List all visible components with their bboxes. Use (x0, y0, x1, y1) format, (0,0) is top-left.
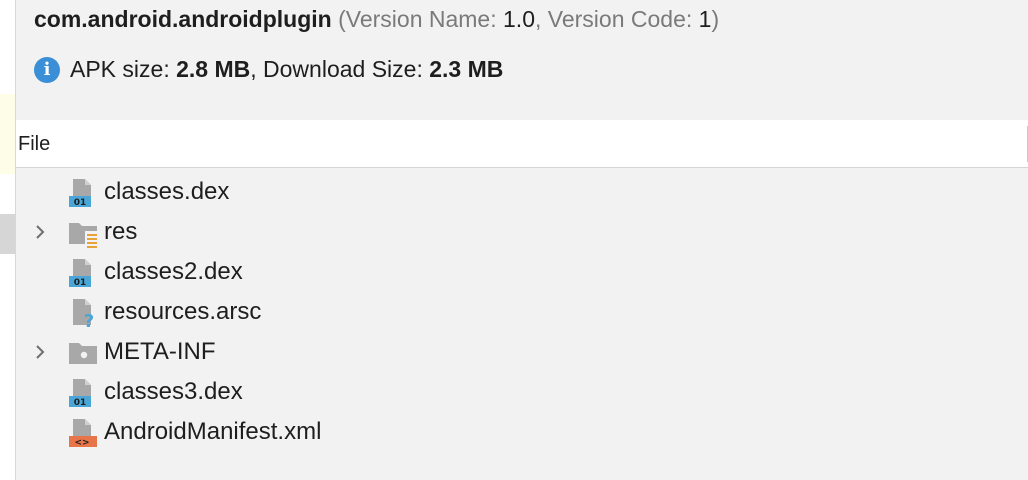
gutter-selection (0, 214, 15, 254)
tree-item-label: resources.arsc (104, 298, 262, 325)
tree-row[interactable]: 01 classes.dex (16, 172, 1028, 212)
expand-chevron-icon[interactable] (32, 344, 48, 360)
svg-text:?: ? (84, 311, 94, 329)
apk-header: com.android.androidplugin (Version Name:… (34, 6, 719, 33)
download-size-value: 2.3 MB (429, 56, 504, 82)
version-name: 1.0 (503, 6, 535, 32)
dex-file-icon: 01 (67, 257, 99, 289)
tree-row[interactable]: META-INF (16, 332, 1028, 372)
download-size-label: , Download Size: (250, 56, 423, 82)
apk-size-value: 2.8 MB (176, 56, 251, 82)
tree-row[interactable]: 01 classes3.dex (16, 372, 1028, 412)
svg-text:01: 01 (74, 398, 87, 408)
gutter-highlight (0, 94, 15, 174)
left-gutter (0, 0, 16, 480)
tree-row[interactable]: 01 classes2.dex (16, 252, 1028, 292)
folder-icon (67, 337, 99, 369)
xml-file-icon: <> (67, 417, 99, 449)
version-info: (Version Name: 1.0, Version Code: 1) (331, 6, 720, 32)
svg-text:01: 01 (74, 278, 87, 288)
package-name: com.android.androidplugin (34, 6, 332, 32)
dex-file-icon: 01 (67, 177, 99, 209)
expand-chevron-icon[interactable] (32, 224, 48, 240)
svg-text:<>: <> (74, 438, 89, 448)
size-summary: i APK size: 2.8 MB, Download Size: 2.3 M… (34, 56, 503, 83)
tree-item-label: res (104, 218, 138, 245)
version-code: 1 (698, 6, 712, 32)
apk-size-label: APK size: (70, 56, 170, 82)
resource-folder-icon (67, 217, 99, 249)
column-header: File (16, 120, 1028, 168)
tree-item-label: classes2.dex (104, 258, 243, 285)
tree-item-label: META-INF (104, 338, 216, 365)
file-tree: 01 classes.dex res 01 classes2.dex? resources… (16, 172, 1028, 452)
unknown-file-icon: ? (67, 297, 99, 332)
tree-item-label: AndroidManifest.xml (104, 418, 322, 445)
tree-item-label: classes.dex (104, 178, 230, 205)
dex-file-icon: 01 (67, 377, 99, 409)
tree-row[interactable]: <> AndroidManifest.xml (16, 412, 1028, 452)
column-file[interactable]: File (18, 133, 50, 156)
tree-item-label: classes3.dex (104, 378, 243, 405)
svg-text:01: 01 (74, 198, 87, 208)
tree-row[interactable]: ? resources.arsc (16, 292, 1028, 332)
info-icon: i (34, 56, 60, 83)
tree-row[interactable]: res (16, 212, 1028, 252)
